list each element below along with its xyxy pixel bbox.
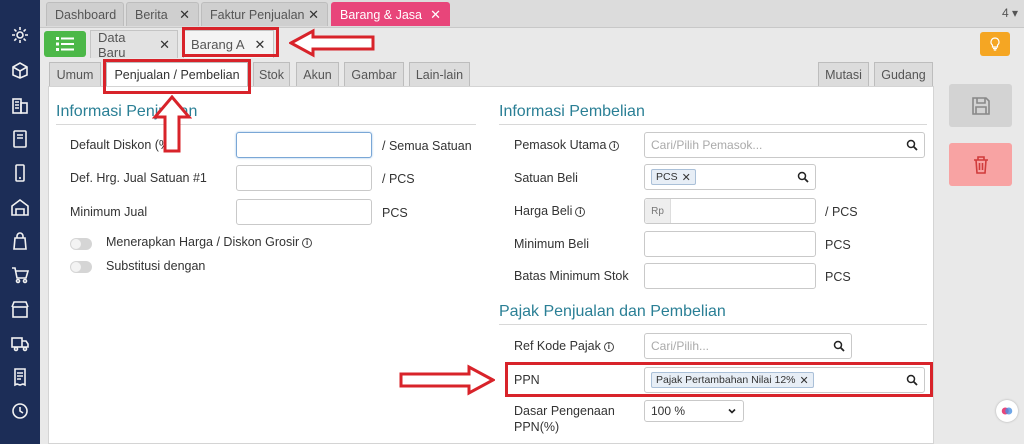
- supplier-placeholder: Cari/Pilih Pemasok...: [651, 138, 763, 152]
- purchase-price-unit: / PCS: [825, 205, 858, 219]
- close-icon[interactable]: ✕: [308, 7, 319, 23]
- purchase-price-input[interactable]: Rp: [644, 198, 816, 224]
- min-sale-unit: PCS: [382, 206, 408, 220]
- annotation-box-penjualan-tab: [103, 59, 251, 94]
- subtab-stok[interactable]: Stok: [253, 62, 290, 86]
- annotation-arrow-right: [399, 364, 495, 396]
- def-price-input[interactable]: [236, 165, 372, 191]
- search-icon: [833, 340, 845, 352]
- subtab-umum[interactable]: Umum: [49, 62, 101, 86]
- chevron-down-icon: [728, 408, 736, 414]
- gear-icon[interactable]: [9, 24, 31, 46]
- tab-barang-jasa[interactable]: Barang & Jasa ✕: [331, 2, 450, 26]
- min-stock-input[interactable]: [644, 263, 816, 289]
- remove-icon[interactable]: ✕: [682, 171, 691, 184]
- book-icon[interactable]: [9, 128, 31, 150]
- subtab-gudang[interactable]: Gudang: [874, 62, 933, 86]
- list-menu-button[interactable]: [44, 31, 86, 57]
- info-icon[interactable]: i: [302, 238, 313, 248]
- close-icon[interactable]: ✕: [430, 7, 441, 23]
- tax-ref-placeholder: Cari/Pilih...: [651, 339, 710, 353]
- annotation-box-barang-a: [182, 27, 279, 57]
- receipt-icon[interactable]: [9, 366, 31, 388]
- subtab-lain-lain[interactable]: Lain-lain: [409, 62, 470, 86]
- tab-data-baru[interactable]: Data Baru ✕: [90, 29, 178, 60]
- tab-label: Dashboard: [55, 7, 117, 22]
- tax-base-label: Dasar Pengenaan PPN(%): [514, 404, 615, 434]
- purchase-unit-label: Satuan Beli: [514, 171, 578, 185]
- min-buy-label: Minimum Beli: [514, 237, 590, 251]
- min-buy-input[interactable]: [644, 231, 816, 257]
- purchase-price-label: Harga Beli i: [514, 204, 586, 218]
- report-icon[interactable]: [9, 400, 31, 422]
- def-price-label: Def. Hrg. Jual Satuan #1: [70, 171, 207, 185]
- close-icon[interactable]: ✕: [179, 7, 190, 23]
- min-stock-label: Batas Minimum Stok: [514, 269, 629, 283]
- search-icon: [797, 171, 809, 183]
- info-icon[interactable]: i: [609, 141, 620, 151]
- box-stack-icon[interactable]: [9, 58, 31, 80]
- divider: [499, 324, 927, 325]
- tab-dashboard[interactable]: Dashboard: [46, 2, 124, 26]
- currency-prefix: Rp: [645, 199, 671, 223]
- truck-icon[interactable]: [9, 332, 31, 354]
- tab-berita[interactable]: Berita ✕: [126, 2, 199, 26]
- cart-icon[interactable]: [9, 264, 31, 286]
- close-icon[interactable]: ✕: [159, 37, 170, 53]
- shop-icon[interactable]: [9, 298, 31, 320]
- list-icon: [56, 37, 74, 51]
- warehouse-icon[interactable]: [9, 196, 31, 218]
- subtab-mutasi[interactable]: Mutasi: [818, 62, 869, 86]
- substitution-toggle-label: Substitusi dengan: [106, 259, 206, 273]
- trash-icon: [973, 155, 988, 174]
- left-sidebar: [0, 0, 40, 444]
- assistant-icon[interactable]: [996, 400, 1018, 422]
- building-icon[interactable]: [9, 94, 31, 116]
- grosir-toggle[interactable]: [70, 238, 92, 250]
- save-button[interactable]: [949, 84, 1012, 127]
- substitution-toggle[interactable]: [70, 261, 92, 273]
- info-icon[interactable]: i: [575, 207, 586, 217]
- tax-ref-label: Ref Kode Pajak i: [514, 339, 614, 353]
- section-title-tax: Pajak Penjualan dan Pembelian: [499, 303, 726, 320]
- bag-icon[interactable]: [9, 230, 31, 252]
- tips-button[interactable]: [980, 32, 1010, 56]
- tab-label: Barang & Jasa: [340, 7, 422, 22]
- def-price-unit: / PCS: [382, 172, 415, 186]
- annotation-arrow-up: [152, 95, 192, 153]
- search-icon: [906, 139, 918, 151]
- purchase-unit-select[interactable]: PCS ✕: [644, 164, 816, 190]
- annotation-arrow-left: [289, 28, 375, 58]
- min-sale-input[interactable]: [236, 199, 372, 225]
- grosir-toggle-label: Menerapkan Harga / Diskon Grosir i: [106, 235, 313, 249]
- supplier-label: Pemasok Utama i: [514, 138, 620, 152]
- default-discount-input[interactable]: [236, 132, 372, 158]
- supplier-search[interactable]: Cari/Pilih Pemasok...: [644, 132, 925, 158]
- tab-count[interactable]: 4 ▾: [1002, 6, 1018, 20]
- tax-base-select[interactable]: 100 %: [644, 400, 744, 422]
- min-sale-label: Minimum Jual: [70, 205, 148, 219]
- info-icon[interactable]: i: [603, 342, 614, 352]
- divider: [499, 124, 927, 125]
- tax-base-value: 100 %: [651, 404, 686, 418]
- delete-button[interactable]: [949, 143, 1012, 186]
- min-stock-unit: PCS: [825, 270, 851, 284]
- default-discount-unit: / Semua Satuan: [382, 139, 472, 153]
- min-buy-unit: PCS: [825, 238, 851, 252]
- top-tab-bar: Dashboard Berita ✕ Faktur Penjualan ✕ Bara…: [40, 0, 1024, 28]
- section-title-purchase: Informasi Pembelian: [499, 103, 645, 120]
- tax-ref-search[interactable]: Cari/Pilih...: [644, 333, 852, 359]
- tab-faktur-penjualan[interactable]: Faktur Penjualan ✕: [201, 2, 328, 26]
- tab-label: Data Baru: [98, 29, 126, 60]
- unit-chip: PCS ✕: [651, 169, 696, 185]
- subtab-akun[interactable]: Akun: [296, 62, 339, 86]
- subtab-gambar[interactable]: Gambar: [344, 62, 404, 86]
- lightbulb-icon: [990, 37, 1000, 51]
- floppy-disk-icon: [971, 96, 990, 115]
- tab-label: Berita: [135, 7, 168, 22]
- annotation-box-ppn: [505, 362, 933, 397]
- tab-label: Faktur Penjualan: [210, 7, 305, 22]
- phone-icon[interactable]: [9, 162, 31, 184]
- divider: [56, 124, 476, 125]
